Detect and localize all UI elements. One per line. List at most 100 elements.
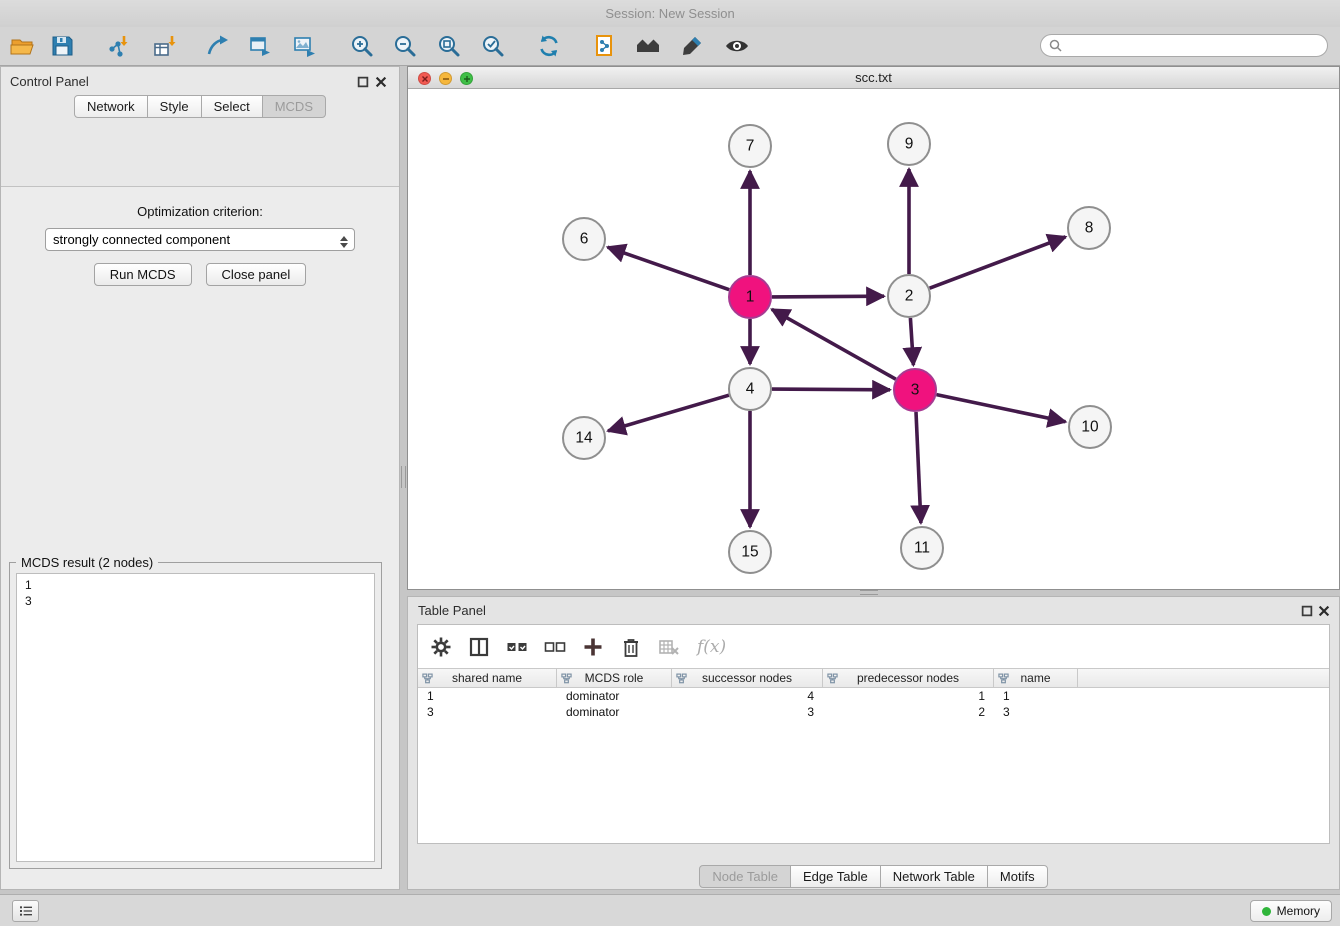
tab-mcds[interactable]: MCDS: [262, 95, 326, 118]
table-cell[interactable]: 3: [672, 705, 823, 719]
table-cell[interactable]: 3: [418, 705, 557, 719]
tab-node-table[interactable]: Node Table: [699, 865, 791, 888]
edge-1-2[interactable]: [772, 296, 884, 297]
tab-network[interactable]: Network: [74, 95, 148, 118]
table-cell[interactable]: 2: [823, 705, 994, 719]
svg-text:1: 1: [746, 289, 755, 306]
table-cell[interactable]: 1: [823, 689, 994, 703]
close-icon: [375, 76, 387, 88]
column-header-mcds-role[interactable]: MCDS role: [557, 669, 672, 687]
edge-1-6[interactable]: [608, 247, 730, 290]
table-row[interactable]: 1dominator411: [418, 688, 1329, 704]
network-file-icon: [592, 33, 618, 59]
close-window-button[interactable]: [418, 72, 431, 85]
export-network-button[interactable]: [247, 32, 275, 60]
save-session-button[interactable]: [48, 32, 76, 60]
table-cell[interactable]: 3: [994, 705, 1078, 719]
table-row[interactable]: 3dominator323: [418, 704, 1329, 720]
clear-table-button[interactable]: [657, 635, 681, 659]
float-table-panel-button[interactable]: [1301, 604, 1313, 616]
apply-layout-button[interactable]: [535, 32, 563, 60]
memory-button-label: Memory: [1277, 904, 1320, 918]
node-8[interactable]: 8: [1068, 207, 1110, 249]
table-cell[interactable]: 1: [418, 689, 557, 703]
application-window: Session: New Session Control Panel Netwo…: [0, 0, 1340, 926]
close-mcds-panel-button[interactable]: Close panel: [206, 263, 307, 286]
table-toolbar: f(x): [418, 625, 1329, 668]
node-2[interactable]: 2: [888, 275, 930, 317]
import-network-button[interactable]: [104, 32, 132, 60]
zoom-in-button[interactable]: [348, 32, 376, 60]
zoom-out-button[interactable]: [391, 32, 419, 60]
add-column-button[interactable]: [581, 635, 605, 659]
node-9[interactable]: 9: [888, 123, 930, 165]
column-header-predecessor-nodes[interactable]: predecessor nodes: [823, 669, 994, 687]
close-table-panel-button[interactable]: [1318, 604, 1330, 616]
open-file-button[interactable]: [8, 32, 36, 60]
edge-3-11[interactable]: [916, 412, 921, 523]
import-table-button[interactable]: [151, 32, 179, 60]
maximize-window-button[interactable]: [460, 72, 473, 85]
zoom-selected-button[interactable]: [479, 32, 507, 60]
birdseye-view-button[interactable]: [723, 32, 751, 60]
node-7[interactable]: 7: [729, 125, 771, 167]
edge-4-3[interactable]: [772, 389, 890, 390]
tab-style[interactable]: Style: [147, 95, 202, 118]
node-15[interactable]: 15: [729, 531, 771, 573]
edge-3-1[interactable]: [772, 309, 896, 379]
float-panel-button[interactable]: [357, 75, 369, 87]
node-10[interactable]: 10: [1069, 406, 1111, 448]
minimize-icon: [442, 75, 450, 83]
search-input[interactable]: [1067, 39, 1319, 53]
svg-text:9: 9: [905, 136, 914, 153]
export-image-button[interactable]: [291, 32, 319, 60]
network-file-button[interactable]: [591, 32, 619, 60]
column-visibility-button[interactable]: [467, 635, 491, 659]
table-settings-button[interactable]: [429, 635, 453, 659]
tab-select[interactable]: Select: [201, 95, 263, 118]
select-all-button[interactable]: [505, 635, 529, 659]
node-1[interactable]: 1: [729, 276, 771, 318]
table-cell[interactable]: 4: [672, 689, 823, 703]
table-cell[interactable]: dominator: [557, 705, 672, 719]
edge-2-3[interactable]: [910, 318, 913, 365]
mcds-result-list: 13: [16, 573, 375, 862]
close-control-panel-button[interactable]: [375, 75, 387, 87]
task-history-button[interactable]: [12, 900, 39, 922]
run-mcds-button[interactable]: Run MCDS: [94, 263, 192, 286]
delete-column-button[interactable]: [619, 635, 643, 659]
tab-motifs[interactable]: Motifs: [987, 865, 1048, 888]
node-11[interactable]: 11: [901, 527, 943, 569]
annotation-button[interactable]: [678, 32, 706, 60]
edge-3-10[interactable]: [937, 395, 1066, 422]
vertical-splitter[interactable]: [401, 466, 406, 488]
node-3[interactable]: 3: [894, 369, 936, 411]
graphics-details-button[interactable]: [634, 32, 662, 60]
memory-button[interactable]: Memory: [1250, 900, 1332, 922]
function-builder-button[interactable]: f(x): [695, 637, 726, 657]
horizontal-splitter[interactable]: [860, 590, 878, 595]
table-cell[interactable]: 1: [994, 689, 1078, 703]
edge-2-8[interactable]: [930, 237, 1066, 288]
close-icon: [421, 75, 429, 83]
table-cell[interactable]: dominator: [557, 689, 672, 703]
search-box[interactable]: [1040, 34, 1328, 57]
window-title: Session: New Session: [605, 6, 734, 21]
column-header-successor-nodes[interactable]: successor nodes: [672, 669, 823, 687]
network-canvas[interactable]: 7 9 6 8 1 2 4 3 14 10 15 11: [408, 89, 1339, 589]
criterion-dropdown[interactable]: strongly connected component: [45, 228, 355, 251]
column-header-name[interactable]: name: [994, 669, 1078, 687]
node-4[interactable]: 4: [729, 368, 771, 410]
tab-network-table[interactable]: Network Table: [880, 865, 988, 888]
zoom-fit-button[interactable]: [435, 32, 463, 60]
node-14[interactable]: 14: [563, 417, 605, 459]
new-network-from-selection-button[interactable]: [204, 32, 232, 60]
deselect-all-button[interactable]: [543, 635, 567, 659]
column-header-shared-name[interactable]: shared name: [418, 669, 557, 687]
table-panel-header: Table Panel: [408, 597, 1339, 623]
edge-4-14[interactable]: [608, 395, 729, 431]
minimize-window-button[interactable]: [439, 72, 452, 85]
table-panel-title: Table Panel: [418, 603, 486, 618]
node-6[interactable]: 6: [563, 218, 605, 260]
tab-edge-table[interactable]: Edge Table: [790, 865, 881, 888]
